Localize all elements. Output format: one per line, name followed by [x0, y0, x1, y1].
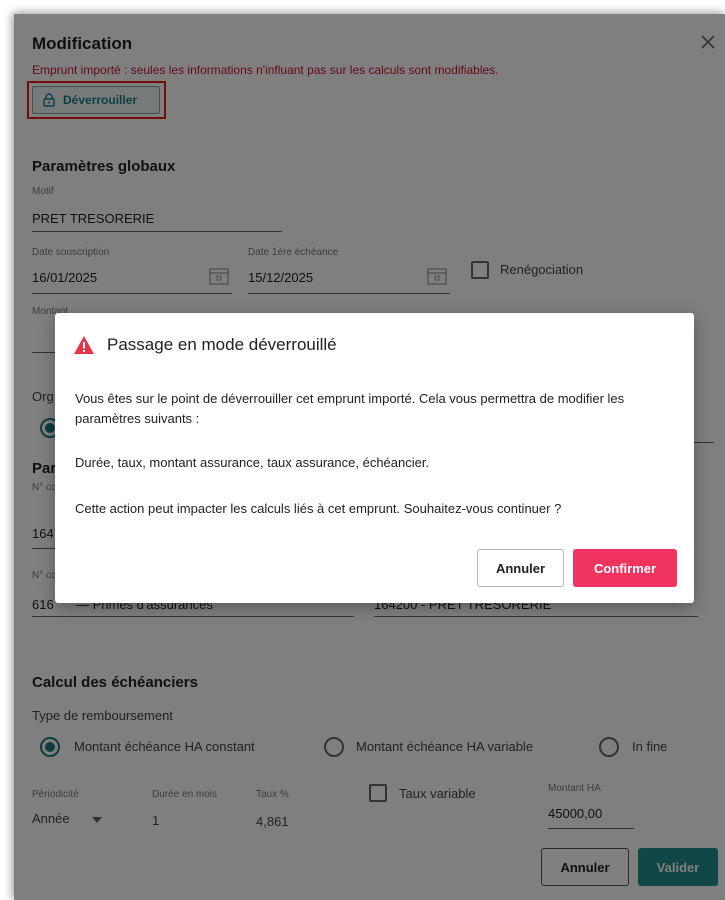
- dialog-confirm-button[interactable]: Confirmer: [573, 549, 677, 587]
- dialog-header: Passage en mode déverrouillé: [73, 335, 337, 355]
- dialog-paragraph-3: Cette action peut impacter les calculs l…: [75, 501, 562, 516]
- dialog-title: Passage en mode déverrouillé: [107, 335, 337, 354]
- dialog-cancel-button[interactable]: Annuler: [477, 549, 564, 587]
- modification-modal: Modification Emprunt importé : seules le…: [14, 14, 725, 900]
- warning-triangle-icon: [74, 336, 94, 354]
- unlock-confirmation-dialog: Passage en mode déverrouillé Vous êtes s…: [55, 313, 694, 603]
- dialog-paragraph-1: Vous êtes sur le point de déverrouiller …: [75, 391, 625, 426]
- dialog-paragraph-2: Durée, taux, montant assurance, taux ass…: [75, 455, 430, 470]
